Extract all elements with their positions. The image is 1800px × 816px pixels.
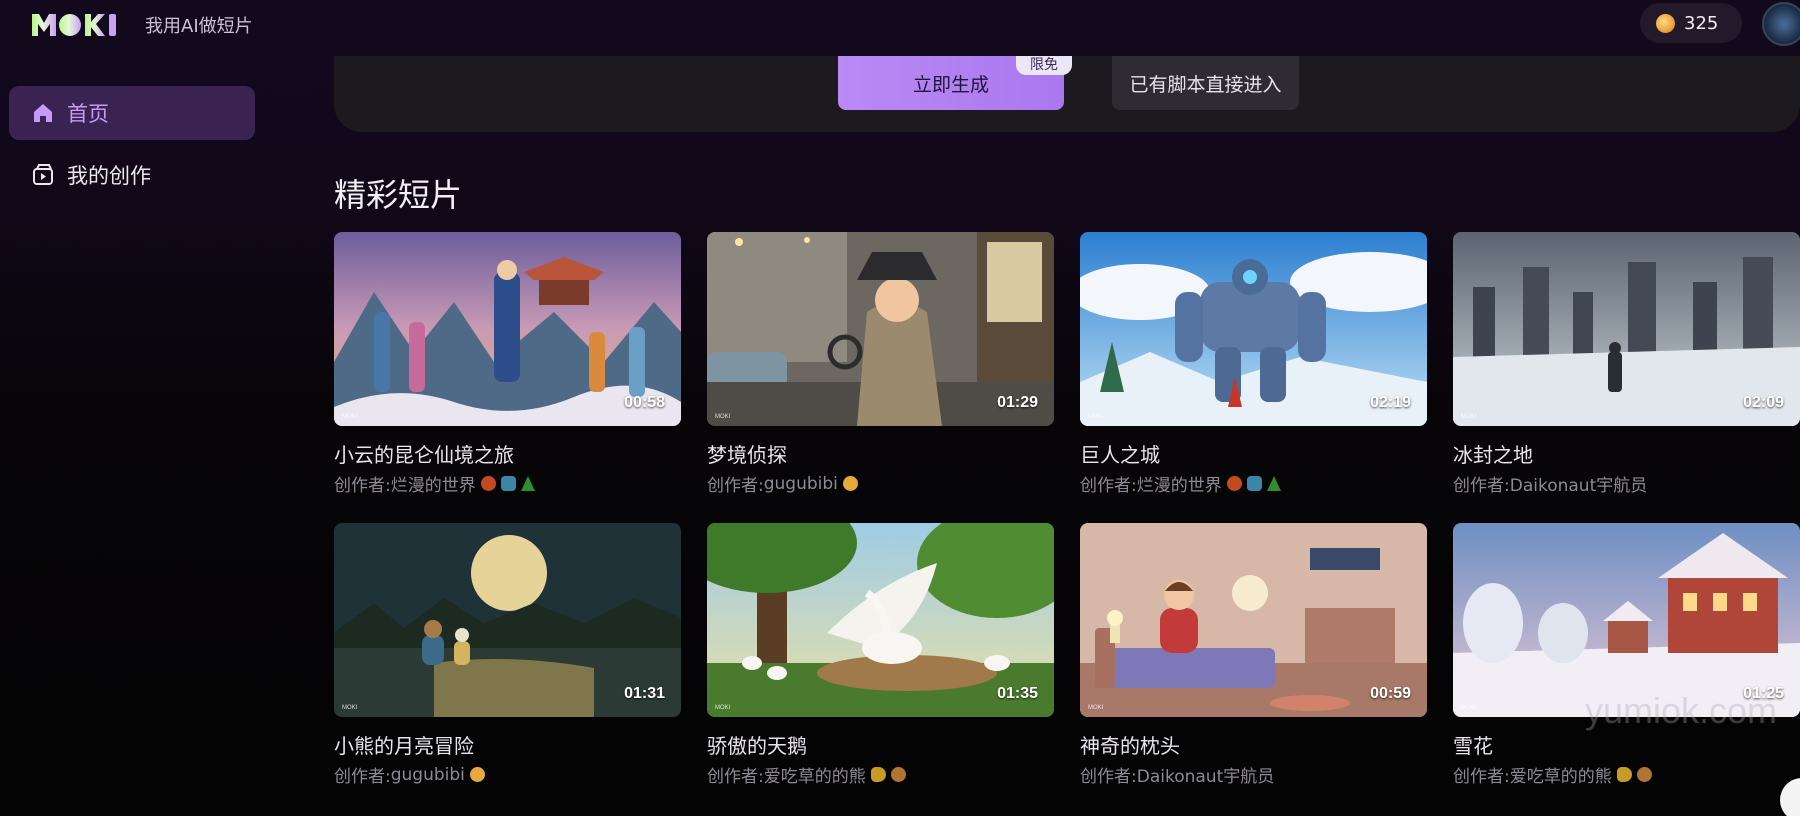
top-bar: 我用AI做短片 325 [0,0,1800,56]
sidebar-item-my-creations[interactable]: 我的创作 [9,148,255,202]
author-prefix: 创作者: [334,476,391,496]
video-card[interactable]: MOKI 00:59 神奇的枕头 创作者: Daikonaut宇航员 [1080,523,1427,787]
video-card[interactable]: MOKI 00:58 小云的昆仑仙境之旅 创作者: 烂漫的世界 [334,232,681,496]
video-card[interactable]: MOKI 02:09 冰封之地 创作者: Daikonaut宇航员 [1453,232,1800,496]
sidebar-item-label: 首页 [67,102,109,126]
video-thumbnail[interactable]: MOKI 01:25 [1453,523,1800,717]
video-duration: 02:09 [1743,394,1784,411]
video-author: 创作者: gugubibi [707,471,1054,496]
smile-icon [469,767,485,782]
home-icon [34,104,52,122]
video-author: 创作者: Daikonaut宇航员 [1080,762,1427,787]
video-thumbnail[interactable]: MOKI 01:35 [707,523,1054,717]
video-duration: 01:31 [624,685,665,702]
badge-icon [1226,476,1242,491]
author-name[interactable]: gugubibi [391,765,465,785]
author-name[interactable]: gugubibi [764,474,838,494]
elephant-icon [500,476,516,491]
video-title[interactable]: 雪花 [1453,730,1800,759]
tree-icon [1266,476,1281,491]
video-card[interactable]: MOKI 01:31 小熊的月亮冒险 创作者: gugubibi [334,523,681,787]
author-prefix: 创作者: [707,767,764,787]
video-card[interactable]: MOKI 02:19 巨人之城 创作者: 烂漫的世界 [1080,232,1427,496]
video-author: 创作者: 烂漫的世界 [1080,471,1427,496]
video-thumbnail[interactable]: MOKI 02:19 [1080,232,1427,426]
video-folder-icon [33,164,53,185]
author-name[interactable]: 烂漫的世界 [391,471,476,496]
video-card[interactable]: MOKI 01:25 雪花 创作者: 爱吃草的的熊 [1453,523,1800,787]
sidebar-item-label: 我的创作 [67,164,151,188]
user-avatar[interactable] [1762,2,1800,46]
video-card[interactable]: MOKI 01:35 骄傲的天鹅 创作者: 爱吃草的的熊 [707,523,1054,787]
video-thumbnail[interactable]: MOKI 01:31 [334,523,681,717]
video-author: 创作者: 烂漫的世界 [334,471,681,496]
coin-icon [1656,13,1675,33]
video-thumbnail[interactable]: MOKI 02:09 [1453,232,1800,426]
coin-balance[interactable]: 325 [1640,3,1742,43]
author-prefix: 创作者: [1453,767,1510,787]
video-duration: 00:58 [624,394,665,411]
video-title[interactable]: 小熊的月亮冒险 [334,730,681,759]
video-author: 创作者: gugubibi [334,762,681,787]
tree-icon [520,476,535,491]
video-title[interactable]: 神奇的枕头 [1080,730,1427,759]
section-title: 精彩短片 [334,176,463,214]
video-author: 创作者: 爱吃草的的熊 [1453,762,1800,787]
author-name[interactable]: Daikonaut宇航员 [1510,471,1648,496]
elephant-icon [1246,476,1262,491]
video-duration: 00:59 [1370,685,1411,702]
video-card[interactable]: MOKI 01:29 梦境侦探 创作者: gugubibi [707,232,1054,496]
enter-with-script-button[interactable]: 已有脚本直接进入 [1112,56,1299,110]
author-name[interactable]: 烂漫的世界 [1137,471,1222,496]
coin-count: 325 [1684,12,1719,34]
bear-icon [890,767,906,782]
smile-icon [842,476,858,491]
thumbnail-watermark: MOKI [715,414,731,420]
badge-icon [480,476,496,491]
author-prefix: 创作者: [1453,476,1510,496]
bear-icon [1636,767,1652,782]
thumbnail-watermark: MOKI [1088,705,1104,711]
thumbnail-watermark: MOKI [342,414,358,420]
author-name[interactable]: 爱吃草的的熊 [764,762,866,787]
free-limited-badge: 限免 [1016,56,1072,75]
video-duration: 01:29 [997,394,1038,411]
site-watermark: yumiok.com [1585,690,1778,731]
author-prefix: 创作者: [334,767,391,787]
video-title[interactable]: 骄傲的天鹅 [707,730,1054,759]
video-thumbnail[interactable]: MOKI 00:59 [1080,523,1427,717]
sidebar-item-home[interactable]: 首页 [9,86,255,140]
video-title[interactable]: 梦境侦探 [707,439,1054,468]
thumbnail-watermark: MOKI [1461,705,1477,711]
author-prefix: 创作者: [1080,767,1137,787]
video-author: 创作者: Daikonaut宇航员 [1453,471,1800,496]
bee-icon [870,767,886,782]
video-duration: 02:19 [1370,394,1411,411]
video-thumbnail[interactable]: MOKI 01:29 [707,232,1054,426]
thumbnail-watermark: MOKI [715,705,731,711]
bee-icon [1616,767,1632,782]
author-prefix: 创作者: [1080,476,1137,496]
author-name[interactable]: 爱吃草的的熊 [1510,762,1612,787]
author-name[interactable]: Daikonaut宇航员 [1137,762,1275,787]
video-duration: 01:35 [997,685,1038,702]
video-title[interactable]: 巨人之城 [1080,439,1427,468]
app-tagline: 我用AI做短片 [145,16,253,37]
thumbnail-watermark: MOKI [1088,414,1104,420]
video-title[interactable]: 小云的昆仑仙境之旅 [334,439,681,468]
thumbnail-watermark: MOKI [1461,414,1477,420]
thumbnail-watermark: MOKI [342,705,358,711]
video-author: 创作者: 爱吃草的的熊 [707,762,1054,787]
sidebar: 首页 我的创作 [0,56,270,816]
author-prefix: 创作者: [707,476,764,496]
video-title[interactable]: 冰封之地 [1453,439,1800,468]
video-thumbnail[interactable]: MOKI 00:58 [334,232,681,426]
moki-logo[interactable] [30,10,133,40]
